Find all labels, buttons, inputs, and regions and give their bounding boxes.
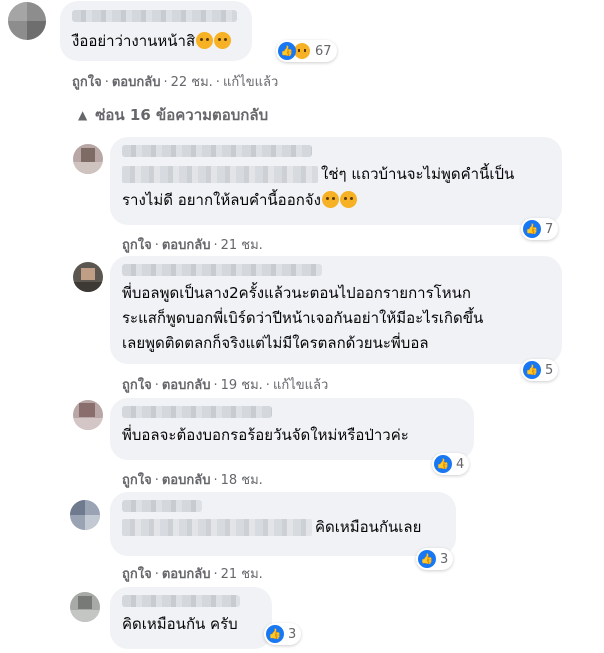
- reaction-count: 4: [456, 456, 465, 472]
- avatar[interactable]: [70, 592, 100, 622]
- reply-actions: ถูกใจ · ตอบกลับ · 21 ชม.: [122, 238, 263, 253]
- edited-label[interactable]: แก้ไขแล้ว: [223, 75, 278, 90]
- reaction-count: 3: [440, 551, 449, 567]
- reply-button[interactable]: ตอบกลับ: [162, 378, 211, 393]
- author-name[interactable]: [122, 264, 322, 276]
- author-name[interactable]: [122, 500, 202, 512]
- reply-bubble: พี่บอลจะต้องบอกรอร้อยวันจัดใหม่หรือป่าวค…: [110, 398, 474, 460]
- reaction-summary[interactable]: 👍 67: [276, 40, 337, 62]
- reply-text-line: รางไม่ดี อยากให้ลบคำนี้ออกจัง: [122, 191, 321, 209]
- reply-text-line: ระแสก็พูดบอกพี่เบิร์ดว่าปีหน้าเจอกันอย่า…: [122, 309, 484, 327]
- reply-bubble: คิดเหมือนกันเลย: [110, 492, 456, 556]
- avatar[interactable]: [73, 400, 103, 430]
- comment-thread: งืออย่าว่างานหน้าสิ 👍 67 ถูกใจ · ตอบกลับ · 2…: [0, 0, 604, 653]
- author-name[interactable]: [122, 145, 312, 157]
- reaction-summary[interactable]: 👍 3: [264, 623, 302, 645]
- reaction-summary[interactable]: 👍 5: [521, 359, 559, 381]
- reply-text-line: คิดเหมือนกันเลย: [315, 518, 422, 536]
- like-icon: 👍: [278, 42, 296, 60]
- like-button[interactable]: ถูกใจ: [122, 238, 152, 253]
- reply-bubble: พี่บอลพูดเป็นลาง2ครั้งแล้วนะตอนไปออกรายก…: [110, 256, 562, 364]
- reply-actions: ถูกใจ · ตอบกลับ · 19 ชม. · แก้ไขแล้ว: [122, 378, 329, 393]
- reply-text-line: พี่บอลพูดเป็นลาง2ครั้งแล้วนะตอนไปออกรายก…: [122, 284, 471, 302]
- reply-button[interactable]: ตอบกลับ: [162, 473, 211, 488]
- hide-replies-button[interactable]: ▲ ซ่อน 16 ข้อความตอบกลับ: [78, 103, 268, 127]
- author-name[interactable]: [122, 406, 272, 418]
- comment-bubble: งืออย่าว่างานหน้าสิ: [60, 1, 252, 61]
- reaction-count: 3: [288, 626, 297, 642]
- reaction-summary[interactable]: 👍 3: [416, 548, 454, 570]
- reply-text-line: ใช่ๆ แถวบ้านจะไม่พูดคำนี้เป็น: [321, 165, 515, 183]
- tired-face-emoji-icon: [196, 32, 214, 49]
- chevron-up-icon: ▲: [78, 108, 88, 122]
- reply-text-line: เลยพูดติดตลกก็จริงแต่ไม่มีใครตลกด้วยนะพี…: [122, 334, 429, 352]
- like-button[interactable]: ถูกใจ: [122, 567, 152, 582]
- sad-face-emoji-icon: [339, 191, 357, 208]
- timestamp[interactable]: 19 ชม.: [221, 378, 263, 393]
- reaction-count: 7: [545, 221, 554, 237]
- blurred-mention: [122, 166, 318, 183]
- like-button[interactable]: ถูกใจ: [72, 75, 102, 90]
- comment-actions: ถูกใจ · ตอบกลับ · 22 ชม. · แก้ไขแล้ว: [72, 75, 279, 90]
- author-name[interactable]: [122, 595, 240, 607]
- blurred-mention: [122, 519, 312, 536]
- reply-bubble: คิดเหมือนกัน ครับ: [110, 587, 272, 649]
- reaction-count: 5: [545, 362, 554, 378]
- like-icon: 👍: [418, 550, 436, 568]
- avatar[interactable]: [70, 500, 100, 530]
- reply-button[interactable]: ตอบกลับ: [112, 75, 161, 90]
- like-icon: 👍: [523, 220, 541, 238]
- timestamp[interactable]: 21 ชม.: [221, 567, 263, 582]
- reaction-summary[interactable]: 👍 4: [432, 453, 470, 475]
- sad-face-emoji-icon: [321, 191, 339, 208]
- tired-face-emoji-icon: [214, 32, 232, 49]
- avatar[interactable]: [8, 2, 46, 40]
- like-icon: 👍: [434, 455, 452, 473]
- reply-button[interactable]: ตอบกลับ: [162, 567, 211, 582]
- timestamp[interactable]: 22 ชม.: [171, 75, 213, 90]
- reply-text-line: คิดเหมือนกัน ครับ: [122, 615, 238, 633]
- comment-text: งืออย่าว่างานหน้าสิ: [72, 32, 196, 50]
- reply-bubble: ใช่ๆ แถวบ้านจะไม่พูดคำนี้เป็น รางไม่ดี อ…: [110, 137, 562, 225]
- like-icon: 👍: [266, 625, 284, 643]
- like-icon: 👍: [523, 361, 541, 379]
- reply-actions: ถูกใจ · ตอบกลับ · 18 ชม.: [122, 473, 263, 488]
- reply-button[interactable]: ตอบกลับ: [162, 238, 211, 253]
- edited-label[interactable]: แก้ไขแล้ว: [273, 378, 328, 393]
- reaction-summary[interactable]: 👍 7: [521, 218, 559, 240]
- reply-actions: ถูกใจ · ตอบกลับ · 21 ชม.: [122, 567, 263, 582]
- reaction-count: 67: [315, 43, 332, 59]
- avatar[interactable]: [73, 262, 103, 292]
- reply-text-line: พี่บอลจะต้องบอกรอร้อยวันจัดใหม่หรือป่าวค…: [122, 426, 409, 444]
- timestamp[interactable]: 21 ชม.: [221, 238, 263, 253]
- author-name[interactable]: [72, 10, 237, 22]
- like-button[interactable]: ถูกใจ: [122, 473, 152, 488]
- like-button[interactable]: ถูกใจ: [122, 378, 152, 393]
- avatar[interactable]: [73, 144, 103, 174]
- timestamp[interactable]: 18 ชม.: [221, 473, 263, 488]
